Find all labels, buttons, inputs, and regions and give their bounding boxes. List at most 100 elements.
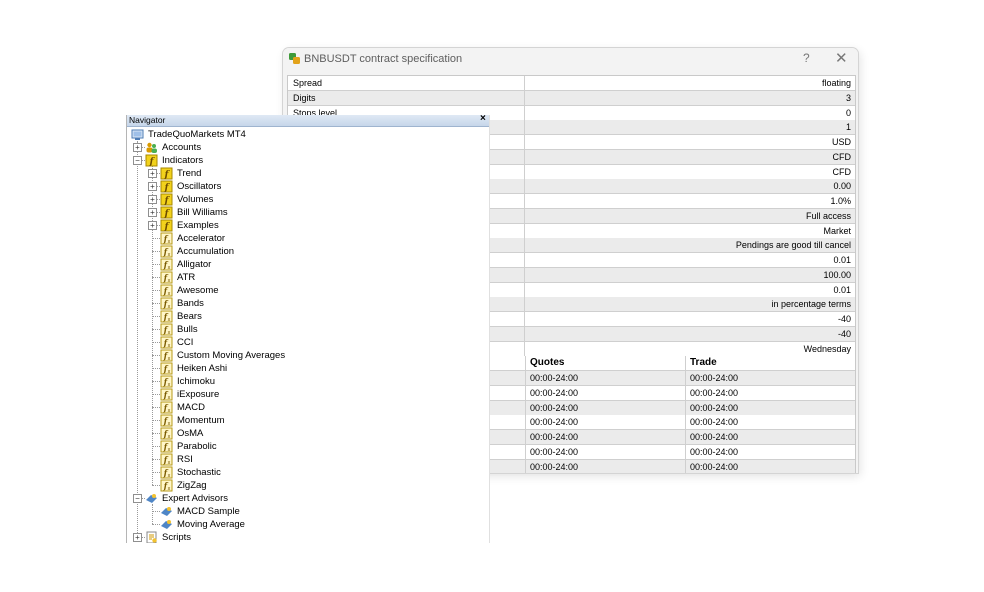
spec-row-value: CFD	[832, 166, 852, 177]
tree-item-label: Volumes	[177, 194, 214, 205]
indicator-icon: fx	[160, 414, 173, 427]
indicator-icon: fx	[160, 388, 173, 401]
spec-row-value: -40	[837, 314, 851, 324]
indicator-icon: fx	[160, 349, 173, 362]
spec-row-value: 100.00	[823, 269, 851, 280]
tree-guide-line	[152, 394, 160, 395]
tree-item-label: Bill Williams	[177, 207, 228, 218]
session-trade-cell: 00:00-24:00	[690, 387, 739, 398]
spec-row-value: floating	[821, 78, 851, 88]
tree-guide-line	[152, 368, 160, 369]
indicator-icon: fx	[160, 310, 173, 323]
tree-item-label: MACD	[177, 402, 205, 413]
tree-item-label: Accumulation	[177, 246, 235, 257]
tree-guide-line	[152, 290, 160, 291]
spec-row-value: 0	[845, 107, 851, 118]
tree-item-label: Momentum	[177, 415, 225, 426]
session-trade-cell: 00:00-24:00	[690, 432, 739, 442]
spec-row-value: 3	[845, 92, 851, 103]
spec-row-value: Wednesday	[803, 343, 851, 354]
tree-guide-line	[152, 472, 160, 473]
accounts-icon	[145, 141, 158, 154]
tree-item-label: Trend	[177, 168, 202, 179]
tree-item-label: Expert Advisors	[162, 493, 228, 504]
indicator-icon: fx	[160, 427, 173, 440]
tree-item-label: Bears	[177, 311, 202, 322]
indicator-icon: fx	[160, 479, 173, 492]
terminal-icon	[131, 128, 144, 141]
spec-row-value: Pendings are good till cancel	[735, 240, 851, 251]
indicator-icon: fx	[160, 258, 173, 271]
indicator-icon: fx	[160, 245, 173, 258]
indicator-icon: fx	[160, 453, 173, 466]
expand-icon[interactable]: +	[133, 143, 142, 152]
session-quotes-cell: 00:00-24:00	[526, 430, 686, 444]
tree-guide-line	[152, 511, 160, 512]
indicator-folder-icon: f	[145, 154, 158, 167]
session-trade-cell: 00:00-24:00	[690, 417, 739, 428]
tree-item-label: Scripts	[162, 532, 192, 543]
mt4-app-icon	[289, 53, 300, 64]
expand-icon[interactable]: +	[148, 208, 157, 217]
tree-guide-line	[152, 316, 160, 317]
tree-guide-line	[152, 459, 160, 460]
tree-item-label: Accelerator	[177, 233, 226, 244]
tree-item-label: ATR	[177, 272, 196, 283]
spec-row[interactable]: Digits 3	[288, 90, 855, 106]
spec-window-title: BNBUSDT contract specification	[304, 53, 463, 65]
spec-row-value: USD	[831, 137, 851, 147]
spec-row-value: 1.0%	[830, 196, 851, 206]
tree-guide-line	[152, 355, 160, 356]
close-button[interactable]: ✕	[835, 49, 848, 67]
spec-row[interactable]: Spread floating	[288, 76, 855, 91]
navigator-close-button[interactable]: ×	[480, 115, 486, 124]
tree-item-label: TradeQuoMarkets MT4	[148, 129, 246, 140]
expert-advisor-icon	[145, 492, 158, 505]
spec-titlebar[interactable]: BNBUSDT contract specification ? ✕	[283, 48, 858, 70]
spec-row-value: 0.00	[833, 181, 851, 192]
spec-row-value: 0.01	[833, 255, 851, 265]
session-quotes-cell: 00:00-24:00	[526, 371, 686, 385]
session-trade-cell: 00:00-24:00	[690, 461, 739, 472]
indicator-icon: fx	[160, 440, 173, 453]
help-button[interactable]: ?	[803, 51, 810, 65]
tree-item-label: Examples	[177, 220, 219, 231]
navigator-titlebar[interactable]: Navigator ×	[127, 115, 489, 127]
spec-row-value: 1	[845, 122, 851, 133]
spec-row-value: 0.01	[833, 284, 851, 295]
indicator-folder-icon: f	[160, 219, 173, 232]
indicator-icon: fx	[160, 271, 173, 284]
expert-advisor-icon	[160, 518, 173, 531]
expand-icon[interactable]: +	[148, 182, 157, 191]
expert-advisor-icon	[160, 505, 173, 518]
tree-item-label: Alligator	[177, 259, 212, 270]
trade-column-header: Trade	[690, 357, 717, 369]
indicator-folder-icon: f	[160, 167, 173, 180]
tree-item-label: Accounts	[162, 142, 202, 153]
collapse-icon[interactable]: −	[133, 494, 142, 503]
indicator-folder-icon: f	[160, 206, 173, 219]
tree-item-label: Bands	[177, 298, 204, 309]
tree-guide-line	[152, 238, 160, 239]
tree-guide-line	[152, 303, 160, 304]
tree-item-label: Awesome	[177, 285, 219, 296]
session-quotes-cell: 00:00-24:00	[526, 459, 686, 473]
expand-icon[interactable]: +	[148, 221, 157, 230]
tree-item-label: MACD Sample	[177, 506, 240, 517]
expand-icon[interactable]: +	[148, 169, 157, 178]
tree-item-label: Ichimoku	[177, 376, 216, 387]
expand-icon[interactable]: +	[148, 195, 157, 204]
tree-item-label: Indicators	[162, 155, 204, 166]
tree-guide-line	[152, 504, 153, 524]
indicator-icon: fx	[160, 466, 173, 479]
session-quotes-cell: 00:00-24:00	[526, 444, 686, 459]
tree-guide-line	[152, 251, 160, 252]
session-quotes-cell: 00:00-24:00	[526, 415, 686, 430]
tree-item-label: Parabolic	[177, 441, 217, 452]
collapse-icon[interactable]: −	[133, 156, 142, 165]
session-trade-cell: 00:00-24:00	[690, 373, 739, 383]
tree-item-label: iExposure	[177, 389, 220, 400]
tree-item-label: Bulls	[177, 324, 198, 335]
tree-guide-line	[152, 342, 160, 343]
expand-icon[interactable]: +	[133, 533, 142, 542]
